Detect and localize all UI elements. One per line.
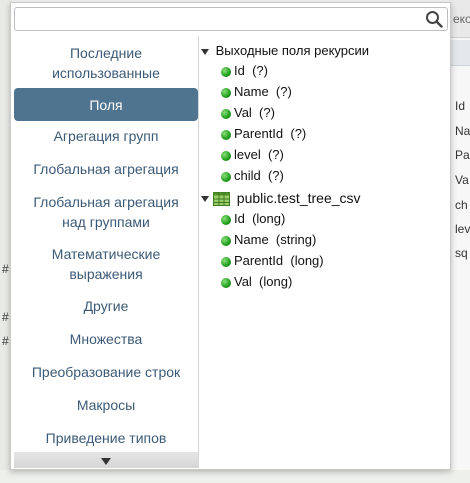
- tree-group-table[interactable]: public.test_tree_csv: [201, 190, 361, 207]
- tree-field-item[interactable]: Name (string): [221, 232, 316, 247]
- category-item[interactable]: Преобразование строк: [14, 358, 198, 386]
- category-label-line: Множества: [69, 331, 143, 347]
- category-label-line: использованные: [52, 65, 160, 81]
- category-item[interactable]: Приведение типов: [14, 424, 198, 452]
- search-icon[interactable]: [425, 10, 443, 28]
- tree-field-item[interactable]: child (?): [221, 168, 284, 183]
- tree-field-item[interactable]: Val (?): [221, 105, 275, 120]
- tree-field-item[interactable]: Id (long): [221, 211, 285, 226]
- field-dot-icon: [221, 87, 231, 98]
- expand-triangle-icon[interactable]: [201, 48, 209, 55]
- field-label: child (?): [234, 168, 284, 183]
- field-label: Val (?): [234, 105, 275, 120]
- category-label-line: Другие: [83, 298, 129, 314]
- field-label: ParentId (long): [234, 253, 324, 268]
- background-text: #: [2, 334, 9, 348]
- category-label-line: Глобальная агрегация: [33, 194, 179, 210]
- field-label: Val (long): [234, 274, 293, 289]
- tree-field-item[interactable]: level (?): [221, 147, 284, 162]
- background-text: Pa: [455, 148, 470, 162]
- search-input[interactable]: [19, 10, 419, 28]
- category-label-line: Последние: [69, 45, 142, 61]
- category-label-line: над группами: [62, 214, 150, 230]
- category-item[interactable]: Макросы: [14, 391, 198, 419]
- background-bottom-strip: [0, 470, 470, 483]
- category-label-line: Агрегация групп: [53, 128, 159, 144]
- tree-group-recursion[interactable]: Выходные поля рекурсии: [201, 43, 369, 58]
- field-dot-icon: [221, 235, 231, 246]
- category-item[interactable]: Последние использованные: [14, 42, 198, 84]
- tree-group-title: Выходные поля рекурсии: [215, 43, 370, 58]
- category-label-line: Макросы: [76, 397, 136, 413]
- background-text: #: [2, 310, 9, 324]
- category-label-line: выражения: [69, 266, 143, 282]
- field-dot-icon: [221, 150, 231, 161]
- category-label-line: Глобальная агрегация: [33, 161, 179, 177]
- field-dot-icon: [221, 256, 231, 267]
- category-item[interactable]: Глобальная агрегация: [14, 155, 198, 183]
- expression-popup: Последние использованные Поля Агрегация гру…: [10, 2, 451, 470]
- field-dot-icon: [221, 277, 231, 288]
- category-label-line: Поля: [89, 96, 123, 113]
- tree-field-item[interactable]: ParentId (?): [221, 126, 306, 141]
- field-dot-icon: [221, 171, 231, 182]
- tree-group-title: public.test_tree_csv: [236, 190, 361, 206]
- background-text: Va: [455, 173, 469, 187]
- field-dot-icon: [221, 66, 231, 77]
- background-text: Na: [455, 124, 470, 138]
- background-right-panel: [449, 0, 470, 483]
- field-label: Id (?): [234, 63, 268, 78]
- category-item[interactable]: Множества: [14, 325, 198, 353]
- field-label: Id (long): [234, 211, 286, 226]
- field-tree: Выходные поля рекурсии Id (?) Name (?) Val…: [201, 39, 449, 469]
- background-text: sq: [455, 246, 468, 260]
- category-label-line: Приведение типов: [45, 430, 167, 446]
- tree-field-item[interactable]: ParentId (long): [221, 253, 324, 268]
- triangle-down-icon: [101, 458, 111, 465]
- field-dot-icon: [221, 108, 231, 119]
- field-dot-icon: [221, 214, 231, 225]
- background-text: #: [2, 262, 9, 276]
- background-top-text: еко: [453, 12, 470, 26]
- background-text: ch: [455, 198, 468, 212]
- tree-field-item[interactable]: Val (long): [221, 274, 292, 289]
- search-box[interactable]: [14, 7, 448, 31]
- expand-triangle-icon[interactable]: [201, 196, 209, 203]
- field-label: ParentId (?): [234, 126, 307, 141]
- category-item[interactable]: Глобальная агрегация над группами: [14, 188, 198, 236]
- category-item[interactable]: Другие: [14, 292, 198, 320]
- background-right-toolbar: еко: [449, 0, 470, 38]
- field-label: Name (?): [234, 84, 292, 99]
- category-item[interactable]: Математические выражения: [14, 242, 198, 286]
- category-list[interactable]: Последние использованные Поля Агрегация гру…: [13, 36, 199, 468]
- category-label-line: Преобразование строк: [31, 364, 181, 380]
- category-label-line: Математические: [51, 246, 161, 262]
- category-item[interactable]: Агрегация групп: [14, 122, 198, 150]
- table-icon: [212, 192, 230, 207]
- scroll-down-button[interactable]: [14, 452, 198, 468]
- background-text: Id: [455, 99, 466, 113]
- tree-field-item[interactable]: Name (?): [221, 84, 292, 99]
- field-dot-icon: [221, 129, 231, 140]
- field-label: Name (string): [234, 232, 317, 247]
- field-label: level (?): [234, 147, 284, 162]
- background-right-header: [449, 40, 470, 66]
- background-text: lev: [455, 222, 470, 236]
- tree-field-item[interactable]: Id (?): [221, 63, 268, 78]
- category-item[interactable]: Поля: [14, 88, 198, 121]
